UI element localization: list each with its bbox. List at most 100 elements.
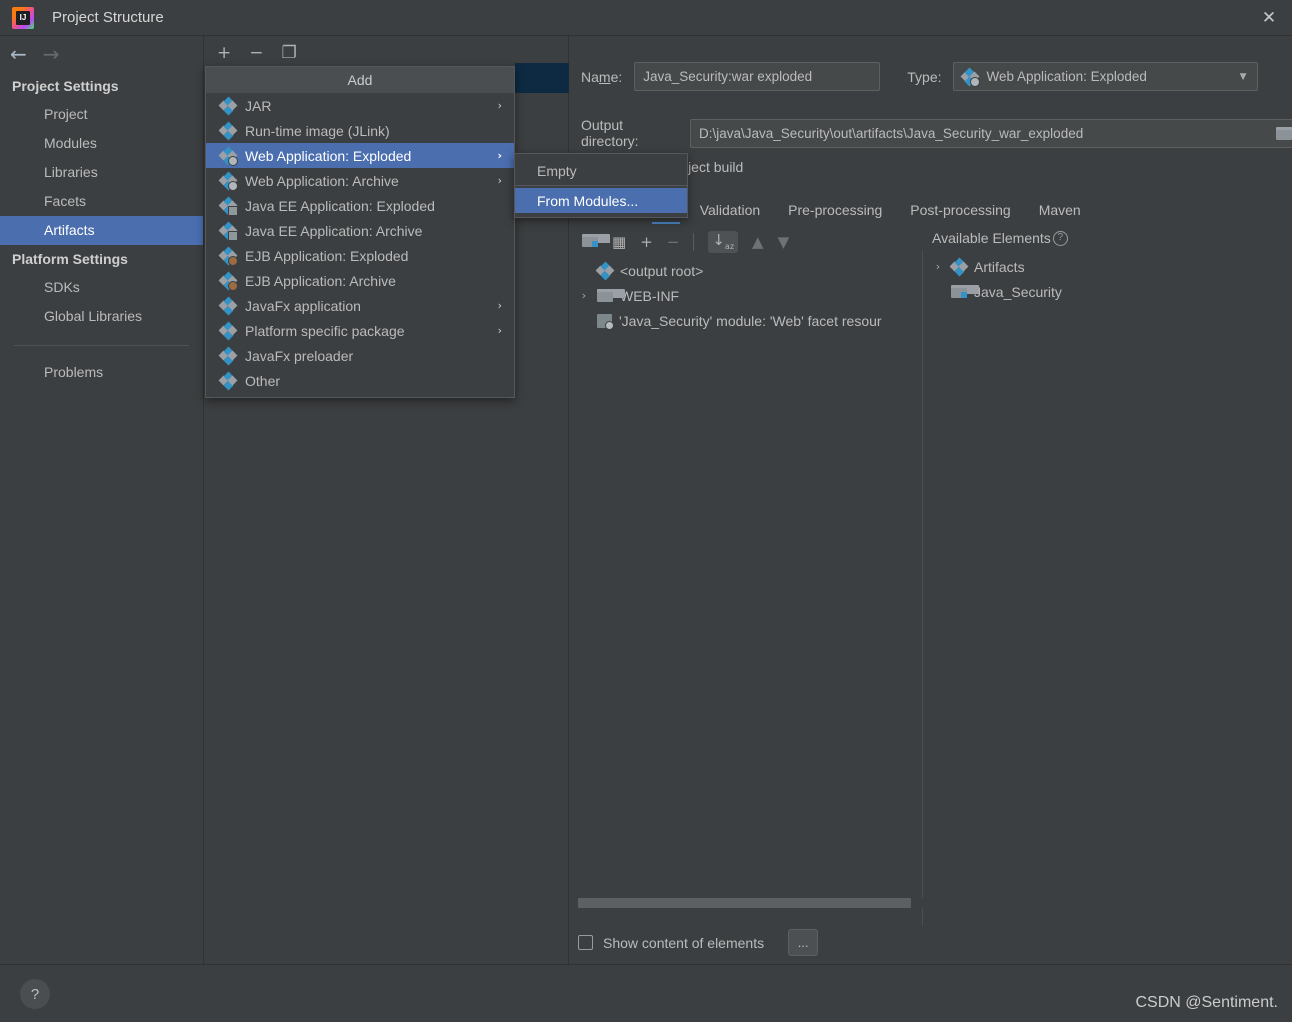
remove-element-icon[interactable]: − — [667, 234, 680, 250]
sidebar-group-project-settings: Project Settings — [12, 78, 119, 94]
artifact-diamond-icon — [218, 96, 238, 115]
name-type-row: Name: Java_Security:war exploded Type: W… — [581, 62, 1258, 91]
artifact-diamond-icon — [218, 296, 238, 315]
menu-item-label: Run-time image (JLink) — [245, 122, 390, 139]
sidebar-divider — [14, 345, 189, 346]
minus-icon[interactable]: − — [249, 44, 263, 62]
output-directory-label: Output directory: — [581, 117, 639, 149]
menu-item-web-application-exploded[interactable]: Web Application: Exploded › — [206, 143, 514, 168]
menu-item-label: Web Application: Archive — [245, 172, 399, 189]
new-directory-icon[interactable] — [582, 234, 610, 250]
menu-item-label: Other — [245, 372, 281, 389]
more-options-button[interactable]: ... — [788, 929, 819, 956]
sidebar-item-modules[interactable]: Modules — [0, 129, 203, 158]
menu-item-other[interactable]: Other — [206, 368, 514, 393]
tree-twisty-artifacts[interactable]: › — [932, 260, 944, 273]
tree-twisty-web-inf[interactable]: › — [578, 289, 590, 302]
title-bar: IJ Project Structure ✕ — [0, 0, 1292, 36]
sidebar-item-global-libraries[interactable]: Global Libraries — [0, 302, 203, 331]
menu-item-label: EJB Application: Exploded — [245, 247, 409, 264]
artifact-diamond-icon — [218, 346, 238, 365]
menu-item-jar[interactable]: JAR › — [206, 93, 514, 118]
add-copy-of-icon[interactable]: + — [640, 234, 653, 250]
artifact-name-input[interactable]: Java_Security:war exploded — [634, 62, 881, 91]
artifact-type-select[interactable]: Web Application: Exploded ▼ — [952, 62, 1258, 91]
tree-row-output-root[interactable]: <output root> — [578, 258, 922, 283]
artifact-tabs: ut Validation Pre-processing Post-proces… — [646, 194, 1095, 224]
help-question-icon[interactable]: ? — [20, 979, 50, 1009]
menu-item-javafx-application[interactable]: JavaFx application › — [206, 293, 514, 318]
sidebar-navigation: ← → — [0, 36, 203, 72]
tree-row-facet-resources[interactable]: 'Java_Security' module: 'Web' facet reso… — [578, 308, 922, 333]
tab-maven[interactable]: Maven — [1025, 199, 1095, 224]
artifact-diamond-icon — [218, 321, 238, 340]
settings-sidebar: ← → Project Settings Project Modules Lib… — [0, 36, 204, 964]
scrollbar-thumb[interactable] — [578, 898, 911, 908]
move-up-icon[interactable]: ▲ — [752, 234, 764, 250]
menu-item-label: JavaFx application — [245, 297, 361, 314]
menu-item-java-ee-application-archive[interactable]: Java EE Application: Archive — [206, 218, 514, 243]
tab-pre-processing[interactable]: Pre-processing — [774, 199, 896, 224]
menu-item-runtime-image-jlink[interactable]: Run-time image (JLink) — [206, 118, 514, 143]
artifact-list-item-selected[interactable] — [515, 63, 569, 93]
intellij-idea-icon: IJ — [12, 6, 34, 29]
tree-row-artifacts[interactable]: › Artifacts — [932, 254, 1068, 279]
sidebar-item-problems[interactable]: Problems — [0, 358, 203, 387]
folder-browse-icon[interactable] — [1269, 118, 1292, 148]
menu-item-label: Java EE Application: Archive — [245, 222, 423, 239]
sidebar-item-artifacts[interactable]: Artifacts — [0, 216, 203, 245]
chevron-down-icon: ▼ — [1239, 71, 1247, 82]
move-down-icon[interactable]: ▼ — [778, 234, 790, 250]
menu-item-javafx-preloader[interactable]: JavaFx preloader — [206, 343, 514, 368]
plus-icon[interactable]: + — [217, 44, 231, 62]
back-arrow-icon[interactable]: ← — [10, 44, 27, 64]
output-directory-input[interactable]: D:\java\Java_Security\out\artifacts\Java… — [690, 118, 1270, 148]
module-icon — [951, 285, 979, 298]
submenu-item-label: Empty — [537, 162, 577, 179]
output-tree-hscrollbar[interactable] — [578, 898, 1258, 908]
folder-glyph — [1275, 126, 1292, 140]
ejb-artifact-icon — [218, 246, 238, 266]
artifact-diamond-icon — [218, 121, 238, 140]
forward-arrow-icon[interactable]: → — [43, 44, 60, 64]
tree-row-java-security[interactable]: Java_Security — [932, 279, 1068, 304]
menu-item-web-application-archive[interactable]: Web Application: Archive › — [206, 168, 514, 193]
submenu-item-from-modules[interactable]: From Modules... — [515, 188, 687, 213]
sidebar-item-facets[interactable]: Facets — [0, 187, 203, 216]
web-application-exploded-submenu: Empty From Modules... — [514, 153, 688, 218]
submenu-item-empty[interactable]: Empty — [515, 158, 687, 183]
sidebar-item-sdks[interactable]: SDKs — [0, 273, 203, 302]
web-artifact-icon — [960, 67, 980, 87]
tab-post-processing[interactable]: Post-processing — [896, 199, 1024, 224]
menu-item-platform-specific-package[interactable]: Platform specific package › — [206, 318, 514, 343]
chevron-right-icon: › — [497, 99, 502, 112]
available-elements-section: Available Elements ? › Artifacts Java_Se… — [932, 230, 1068, 304]
sidebar-item-project[interactable]: Project — [0, 100, 203, 129]
menu-item-java-ee-application-exploded[interactable]: Java EE Application: Exploded — [206, 193, 514, 218]
dialog-footer: ? OK Cancel Apply — [0, 964, 1292, 1022]
chevron-right-icon: › — [497, 324, 502, 337]
menu-item-ejb-application-exploded[interactable]: EJB Application: Exploded — [206, 243, 514, 268]
tree-row-label: Artifacts — [974, 258, 1025, 275]
submenu-divider — [515, 185, 687, 186]
menu-item-label: JavaFx preloader — [245, 347, 354, 364]
window-title: Project Structure — [52, 9, 164, 26]
sidebar-item-libraries[interactable]: Libraries — [0, 158, 203, 187]
show-content-checkbox[interactable] — [578, 935, 593, 950]
new-archive-icon[interactable]: ▦ — [612, 234, 626, 250]
javaee-artifact-icon — [218, 221, 238, 241]
help-question-icon[interactable]: ? — [1052, 230, 1068, 246]
tree-row-label: WEB-INF — [620, 287, 680, 304]
folder-icon — [597, 289, 625, 302]
close-icon[interactable]: ✕ — [1246, 0, 1292, 36]
submenu-item-label: From Modules... — [537, 192, 639, 209]
panel-divider — [922, 250, 923, 926]
name-label: Name: — [581, 68, 623, 85]
output-layout-tree: <output root> › WEB-INF 'Java_Security' … — [578, 258, 922, 333]
menu-item-ejb-application-archive[interactable]: EJB Application: Archive — [206, 268, 514, 293]
copy-icon[interactable]: ❐ — [282, 44, 297, 62]
sort-alphabetically-icon[interactable]: ↓az — [708, 231, 739, 253]
menu-item-label: JAR — [245, 97, 272, 114]
tab-validation[interactable]: Validation — [686, 199, 774, 224]
tree-row-web-inf[interactable]: › WEB-INF — [578, 283, 922, 308]
